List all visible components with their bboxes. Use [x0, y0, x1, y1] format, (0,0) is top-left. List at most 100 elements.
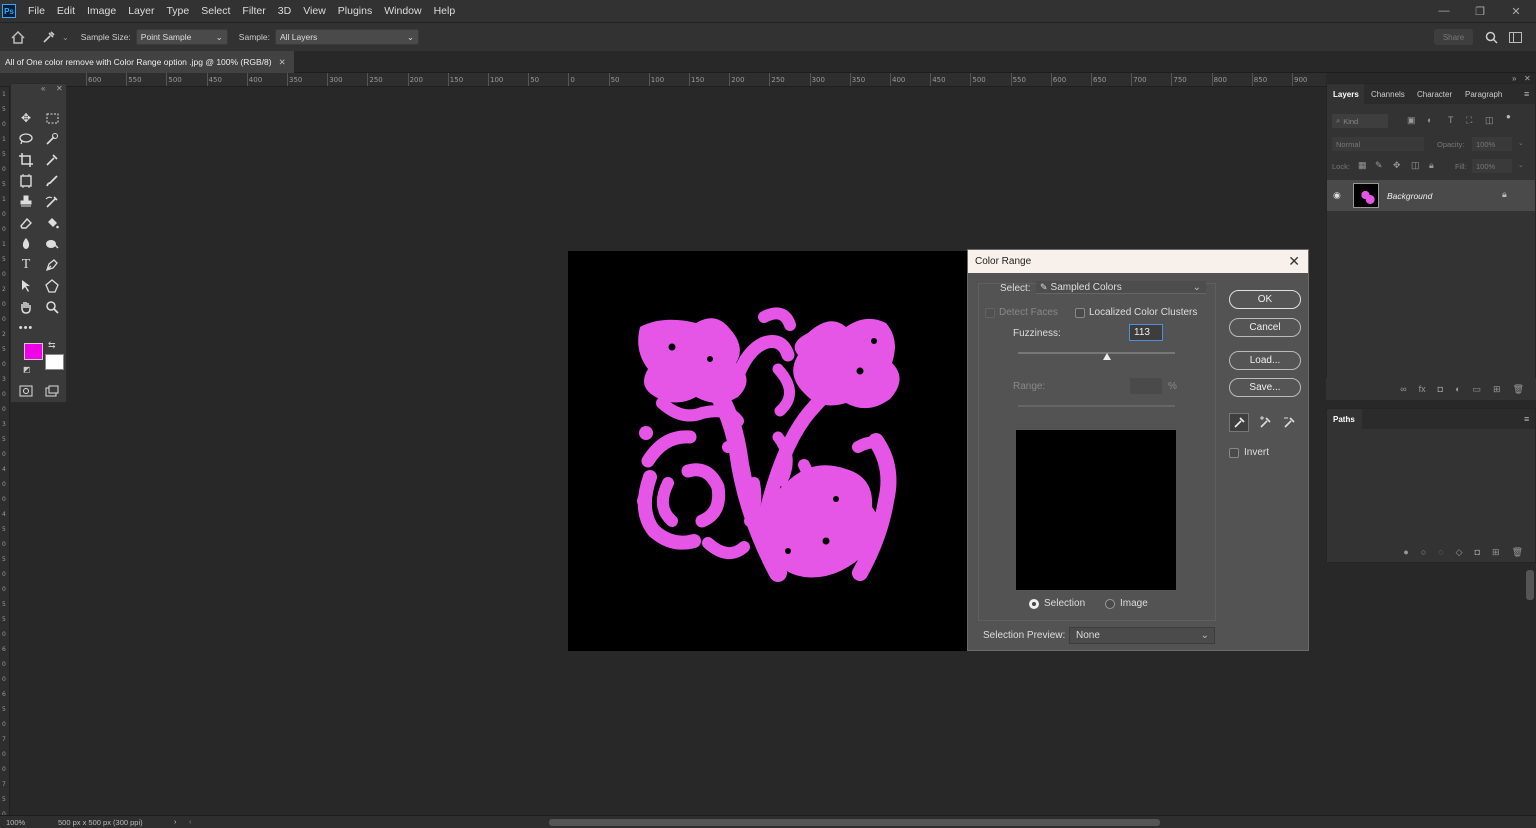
document-canvas[interactable]	[568, 251, 968, 651]
foreground-color-swatch[interactable]	[24, 343, 43, 360]
share-button[interactable]: Share	[1434, 29, 1473, 45]
brush-tool-icon[interactable]	[41, 171, 63, 191]
close-panels-icon[interactable]: ✕	[1524, 74, 1531, 83]
tab-channels[interactable]: Channels	[1371, 90, 1405, 99]
default-colors-icon[interactable]: ◩	[23, 365, 31, 374]
blend-mode-select[interactable]: Normal	[1332, 137, 1424, 151]
detect-faces-checkbox[interactable]	[985, 308, 995, 318]
zoom-level[interactable]: 100%	[6, 818, 25, 827]
tab-layers[interactable]: Layers	[1333, 90, 1359, 99]
screen-mode-icon[interactable]	[41, 381, 63, 401]
restore-icon[interactable]: ❐	[1462, 0, 1498, 22]
eyedropper-icon[interactable]	[36, 23, 62, 51]
layer-name[interactable]: Background	[1387, 191, 1432, 201]
eyedropper-tool-icon[interactable]	[41, 150, 63, 170]
fuzziness-slider-track[interactable]	[1018, 352, 1175, 354]
filter-smart-object-icon[interactable]: ◫	[1485, 115, 1494, 126]
invert-checkbox[interactable]	[1229, 448, 1239, 458]
panel-scrollbar-thumb[interactable]	[1526, 570, 1534, 600]
eyedropper-add-icon[interactable]	[1255, 413, 1275, 432]
collapse-panels-icon[interactable]: »	[1512, 74, 1516, 83]
new-group-icon[interactable]: ▭	[1473, 384, 1482, 395]
fill-input[interactable]: 100%	[1472, 159, 1512, 173]
close-dialog-icon[interactable]: ✕	[1288, 253, 1300, 270]
delete-path-icon[interactable]: 🗑︎	[1512, 547, 1523, 558]
pen-tool-icon[interactable]	[41, 255, 63, 275]
ok-button[interactable]: OK	[1229, 290, 1301, 309]
chevron-down-icon[interactable]: ⌄	[1518, 139, 1524, 147]
lock-all-icon[interactable]: 🔒︎	[1429, 160, 1434, 171]
filter-shape-icon[interactable]: ⛶	[1466, 115, 1472, 126]
load-button[interactable]: Load...	[1229, 351, 1301, 370]
more-tools-icon[interactable]: •••	[15, 318, 37, 338]
localized-clusters-checkbox[interactable]	[1075, 308, 1085, 318]
sample-size-select[interactable]: Point Sample ⌄	[135, 29, 228, 45]
new-path-icon[interactable]: ⊞	[1492, 547, 1500, 558]
collapse-icon[interactable]: «	[41, 84, 45, 93]
lock-pixels-icon[interactable]: ✎	[1375, 160, 1383, 171]
sample-select[interactable]: All Layers ⌄	[274, 29, 419, 45]
menu-image[interactable]: Image	[81, 5, 122, 17]
selection-radio[interactable]	[1029, 599, 1039, 609]
swap-colors-icon[interactable]: ⇆	[48, 340, 56, 351]
history-brush-tool-icon[interactable]	[41, 192, 63, 212]
menu-view[interactable]: View	[297, 5, 332, 17]
menu-layer[interactable]: Layer	[122, 5, 160, 17]
filter-pixel-icon[interactable]: ▣	[1407, 115, 1416, 126]
paint-bucket-tool-icon[interactable]	[41, 213, 63, 233]
link-layers-icon[interactable]: ∞	[1400, 384, 1406, 394]
path-select-tool-icon[interactable]	[15, 276, 37, 296]
marquee-tool-icon[interactable]	[41, 108, 63, 128]
fuzziness-slider-thumb[interactable]	[1102, 353, 1111, 360]
document-info[interactable]: 500 px x 500 px (300 ppi)	[58, 818, 143, 827]
menu-edit[interactable]: Edit	[51, 5, 81, 17]
layer-kind-filter[interactable]: ⌕ Kind	[1332, 114, 1388, 128]
selection-to-path-icon[interactable]: ◇	[1456, 547, 1463, 558]
opacity-input[interactable]: 100%	[1472, 137, 1512, 151]
scroll-left-icon[interactable]: ‹	[189, 817, 192, 826]
add-mask-icon[interactable]: ◘	[1438, 384, 1443, 394]
dodge-tool-icon[interactable]	[41, 234, 63, 254]
range-slider-track[interactable]	[1018, 405, 1175, 407]
add-mask-icon[interactable]: ◘	[1475, 547, 1480, 557]
panel-menu-icon[interactable]: ≡	[1524, 414, 1529, 424]
new-layer-icon[interactable]: ⊞	[1493, 384, 1501, 395]
stroke-path-icon[interactable]: ○	[1421, 547, 1426, 557]
move-tool-icon[interactable]: ✥	[15, 108, 37, 128]
eraser-tool-icon[interactable]	[15, 213, 37, 233]
minimize-icon[interactable]: —	[1426, 0, 1462, 22]
filter-toggle-icon[interactable]: ●	[1506, 112, 1511, 121]
background-color-swatch[interactable]	[45, 354, 64, 370]
image-radio[interactable]	[1105, 599, 1115, 609]
chevron-down-icon[interactable]: ⌄	[1518, 161, 1524, 169]
close-tab-icon[interactable]: ✕	[279, 57, 286, 68]
filter-type-icon[interactable]: T	[1448, 115, 1454, 125]
eyedropper-sample-icon[interactable]	[1229, 413, 1249, 432]
menu-help[interactable]: Help	[428, 5, 462, 17]
quick-mask-icon[interactable]	[15, 381, 37, 401]
eyedropper-subtract-icon[interactable]	[1279, 413, 1299, 432]
search-icon[interactable]	[1482, 29, 1500, 45]
tab-character[interactable]: Character	[1417, 90, 1452, 99]
menu-select[interactable]: Select	[195, 5, 236, 17]
cancel-button[interactable]: Cancel	[1229, 318, 1301, 337]
path-to-selection-icon[interactable]: ◌	[1438, 547, 1443, 557]
quick-select-tool-icon[interactable]	[41, 129, 63, 149]
delete-layer-icon[interactable]: 🗑︎	[1513, 384, 1524, 395]
lock-transparent-icon[interactable]: ▦	[1358, 160, 1367, 171]
menu-file[interactable]: File	[22, 5, 51, 17]
tab-paragraph[interactable]: Paragraph	[1465, 90, 1502, 99]
fill-path-icon[interactable]: ●	[1403, 547, 1408, 557]
tab-paths[interactable]: Paths	[1333, 415, 1355, 424]
zoom-tool-icon[interactable]	[41, 297, 63, 317]
menu-plugins[interactable]: Plugins	[332, 5, 378, 17]
type-tool-icon[interactable]: T	[15, 255, 37, 275]
save-button[interactable]: Save...	[1229, 378, 1301, 397]
document-tab[interactable]: All of One color remove with Color Range…	[0, 51, 294, 73]
hand-tool-icon[interactable]	[15, 297, 37, 317]
home-icon[interactable]	[0, 23, 36, 51]
frame-tool-icon[interactable]	[15, 171, 37, 191]
tool-preset-chevron-icon[interactable]: ⌄	[62, 33, 69, 42]
range-input[interactable]	[1130, 378, 1162, 394]
panel-menu-icon[interactable]: ≡	[1524, 89, 1529, 99]
